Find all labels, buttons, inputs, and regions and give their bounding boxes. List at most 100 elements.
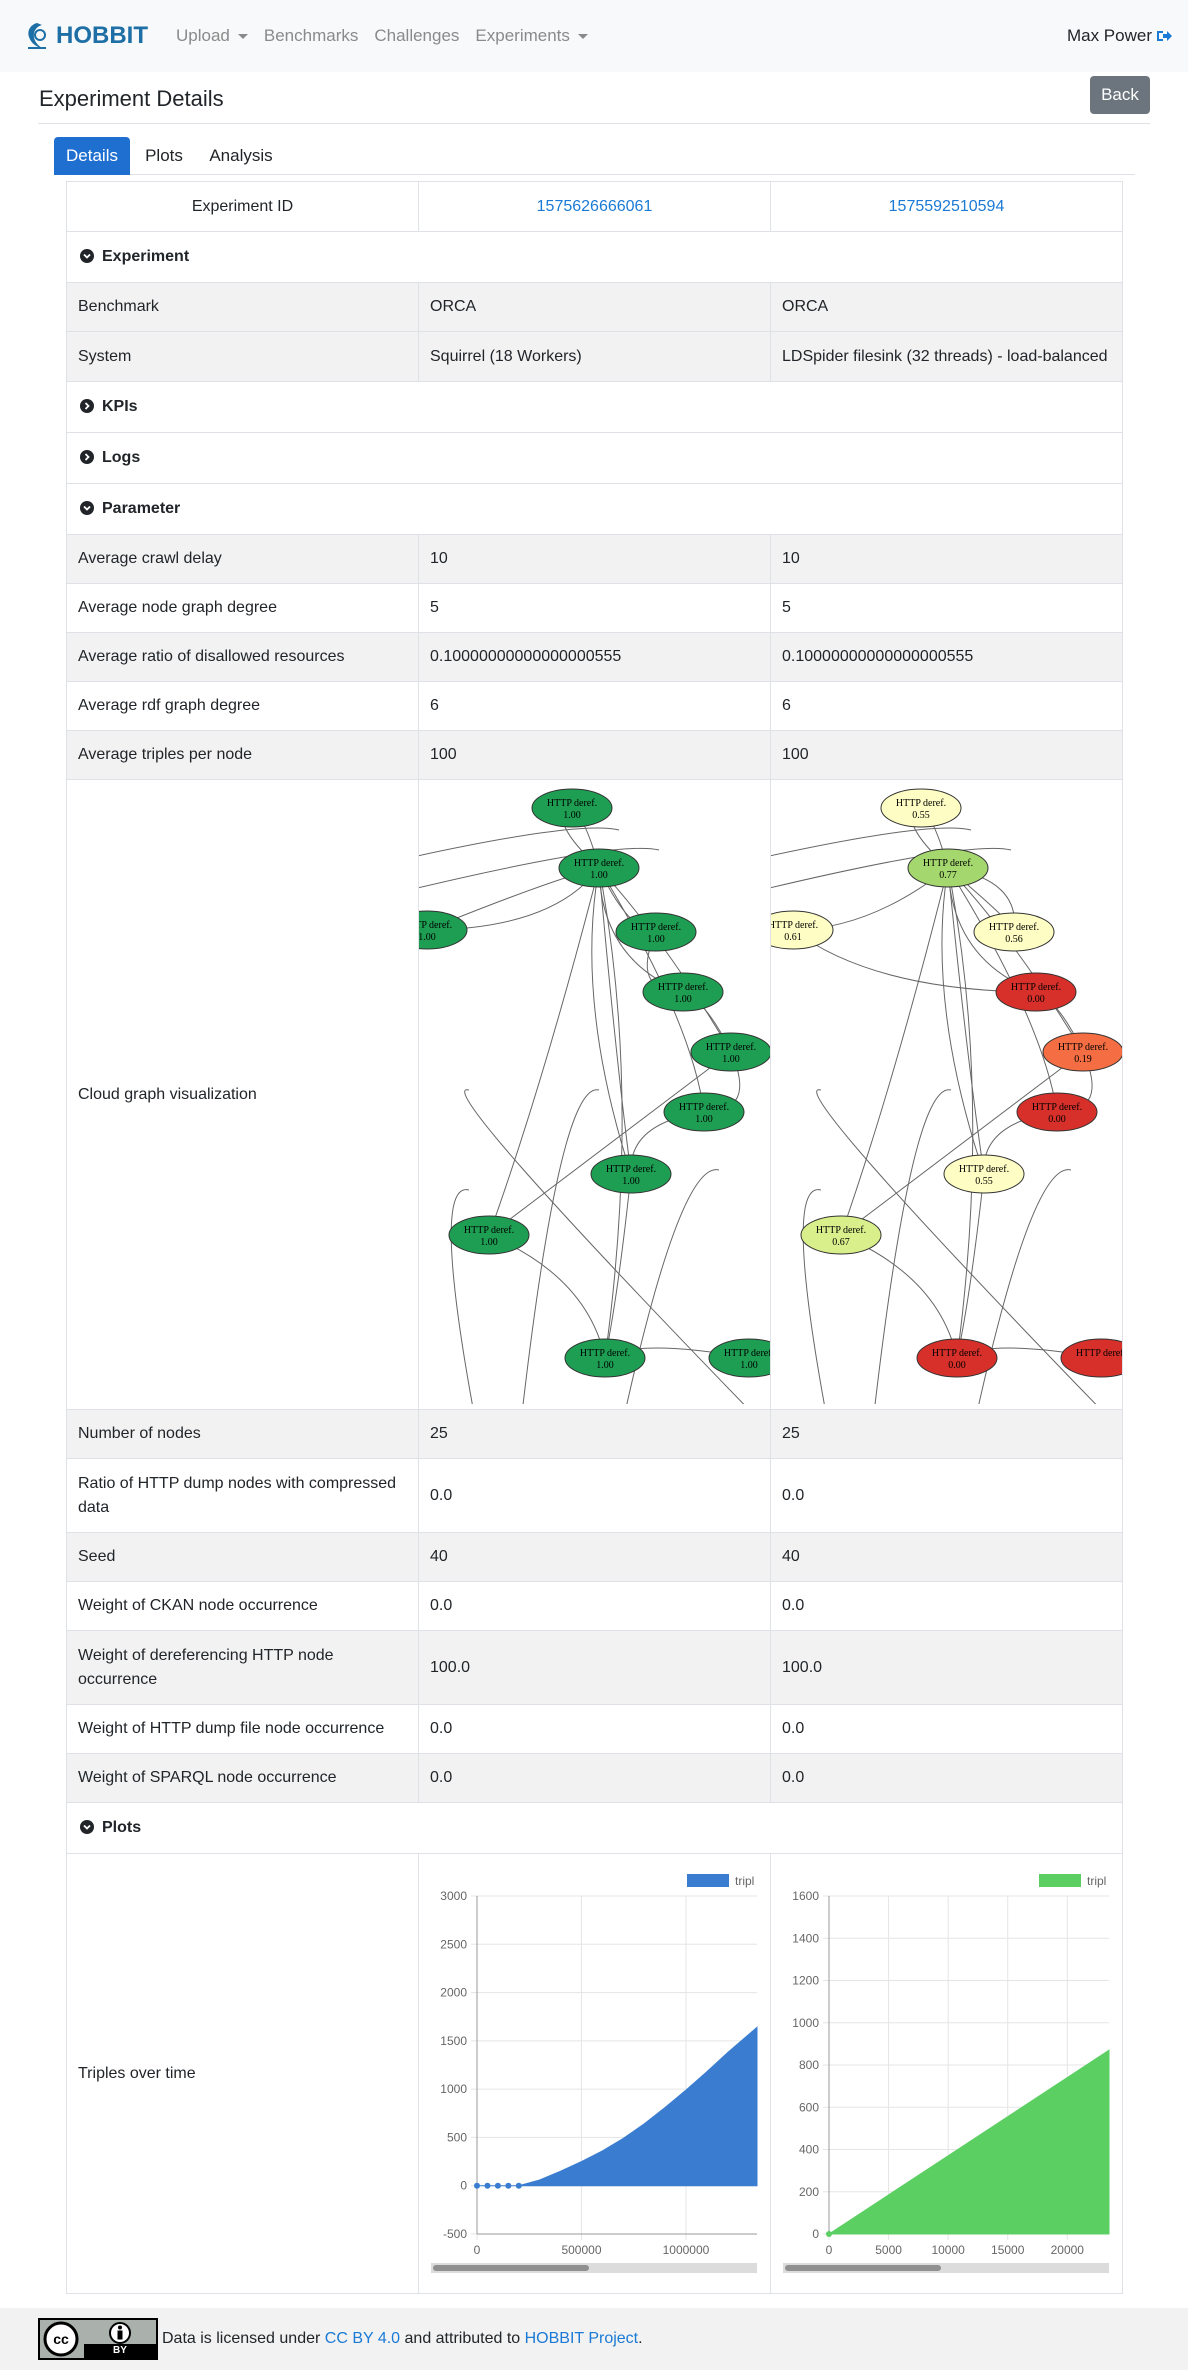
graph-node[interactable]: HTTP deref.0.19 bbox=[1042, 1032, 1122, 1072]
experiment-id-label: Experiment ID bbox=[66, 181, 419, 232]
row-value-b: 0.10000000000000000555 bbox=[770, 632, 1123, 682]
graph-node[interactable]: HTTP deref.0.67 bbox=[800, 1215, 882, 1255]
row-value-b: 0.0 bbox=[770, 1704, 1123, 1754]
nav-challenges[interactable]: Challenges bbox=[374, 26, 459, 46]
cc-by-link[interactable]: CC BY 4.0 bbox=[325, 2330, 400, 2348]
row-label: Weight of HTTP dump file node occurrence bbox=[66, 1704, 419, 1754]
tab-details[interactable]: Details bbox=[54, 137, 130, 175]
graph-edge bbox=[956, 1173, 985, 1359]
section-row[interactable]: Experiment bbox=[66, 231, 1123, 283]
x-tick-label: 1000000 bbox=[663, 2243, 710, 2257]
row-value-b: 0.0 bbox=[770, 1581, 1123, 1631]
cloud-graph-b[interactable]: HTTP deref.0.55 HTTP deref.0.77 HTTP deref… bbox=[771, 780, 1122, 1409]
graph-node[interactable]: HTTP deref. bbox=[1060, 1338, 1122, 1378]
graph-node[interactable]: HTTP deref.0.55 bbox=[880, 788, 962, 828]
experiment-id-link[interactable]: 1575592510594 bbox=[770, 181, 1123, 232]
section-kpis[interactable]: KPIs bbox=[66, 381, 1123, 433]
graph-node[interactable]: HTTP deref.1.00 bbox=[708, 1338, 770, 1378]
graph-node[interactable]: HTTP deref.1.00 bbox=[531, 788, 613, 828]
graph-node[interactable]: HTTP deref.1.00 bbox=[663, 1092, 745, 1132]
row-value-a: Squirrel (18 Workers) bbox=[418, 331, 771, 382]
nav-experiments[interactable]: Experiments bbox=[475, 26, 588, 46]
graph-node-value: 0.67 bbox=[832, 1237, 850, 1248]
row-value-a: 0.0 bbox=[418, 1753, 771, 1803]
table-row: Average node graph degree 5 5 bbox=[66, 583, 1123, 633]
y-tick-label: 1500 bbox=[440, 2034, 467, 2048]
y-tick-label: 2500 bbox=[440, 1937, 467, 1951]
nav-upload[interactable]: Upload bbox=[176, 26, 248, 46]
section-row[interactable]: Parameter bbox=[66, 483, 1123, 535]
section-row[interactable]: Plots bbox=[66, 1802, 1123, 1854]
row-value-a: 6 bbox=[418, 681, 771, 731]
back-button[interactable]: Back bbox=[1090, 76, 1150, 114]
graph-node[interactable]: HTTP deref.0.55 bbox=[943, 1154, 1025, 1194]
section-row[interactable]: KPIs bbox=[66, 381, 1123, 433]
graph-node-label: HTTP deref. bbox=[989, 922, 1039, 933]
section-parameter[interactable]: Parameter bbox=[66, 483, 1123, 535]
graph-node-label: HTTP deref. bbox=[1011, 982, 1061, 993]
row-label: Triples over time bbox=[66, 1853, 419, 2294]
graph-node[interactable]: HTTP deref.0.00 bbox=[1016, 1092, 1098, 1132]
cloud-graph-a[interactable]: HTTP deref.1.00HTTP deref.1.00HTTP deref… bbox=[419, 780, 770, 1409]
footer-text: . bbox=[638, 2330, 643, 2347]
graph-node[interactable]: HTTP deref.1.00 bbox=[558, 848, 640, 888]
cc-by-badge[interactable]: cc BY bbox=[38, 2318, 158, 2360]
nav-benchmarks[interactable]: Benchmarks bbox=[264, 26, 358, 46]
plot-a-cell: 3000 2500 2000 1500 1000 500 0 -500 0 500000 10000… bbox=[418, 1853, 771, 2294]
table-row: Average crawl delay 10 10 bbox=[66, 534, 1123, 584]
y-tick-label: 600 bbox=[799, 2100, 819, 2114]
hobbit-project-link[interactable]: HOBBIT Project bbox=[525, 2330, 639, 2348]
scrollbar-thumb[interactable] bbox=[785, 2265, 941, 2271]
graph-node[interactable]: HTTP deref.1.00 bbox=[615, 912, 697, 952]
data-point bbox=[515, 2182, 522, 2189]
graph-node-label: HTTP deref. bbox=[896, 798, 946, 809]
table-row: Average rdf graph degree 6 6 bbox=[66, 681, 1123, 731]
row-value-b: 6 bbox=[770, 681, 1123, 731]
graph-edge bbox=[840, 1234, 958, 1359]
table-row: Triples over time 3000 2500 2000 1500 1000 50… bbox=[66, 1853, 1131, 2294]
graph-node[interactable]: HTTP deref.0.00 bbox=[995, 972, 1077, 1012]
table-row: Experiment ID 1575626666061 157559251059… bbox=[66, 181, 1123, 232]
graph-node[interactable]: HTTP deref.0.00 bbox=[916, 1338, 998, 1378]
table-row: Seed 40 40 bbox=[66, 1532, 1123, 1582]
graph-node[interactable]: HTTP deref.1.00 bbox=[448, 1215, 530, 1255]
graph-node[interactable]: HTTP deref.1.00 bbox=[564, 1338, 646, 1378]
graph-node-value: 1.00 bbox=[596, 1360, 614, 1371]
footer-text: and attributed to bbox=[404, 2330, 521, 2347]
data-point bbox=[494, 2182, 501, 2189]
table-row: Average ratio of disallowed resources 0.… bbox=[66, 632, 1123, 682]
brand[interactable]: HOBBIT bbox=[24, 21, 148, 51]
graph-node-label: HTTP deref. bbox=[547, 798, 597, 809]
graph-node[interactable]: HTTP deref.0.61 bbox=[771, 910, 834, 950]
graph-node[interactable]: HTTP deref.1.00 bbox=[642, 972, 724, 1012]
tab-analysis[interactable]: Analysis bbox=[198, 137, 284, 175]
graph-node[interactable]: HTTP deref.0.77 bbox=[907, 848, 989, 888]
table-row: Cloud graph visualization HTTP deref. 1.0… bbox=[66, 779, 1123, 1410]
graph-node-label: HTTP deref. bbox=[1076, 1348, 1122, 1359]
chevron-down-circle-icon bbox=[80, 1820, 94, 1834]
graph-node-value: 1.00 bbox=[480, 1237, 498, 1248]
experiment-id-link[interactable]: 1575626666061 bbox=[418, 181, 771, 232]
scrollbar-thumb[interactable] bbox=[433, 2265, 589, 2271]
series-area bbox=[477, 2026, 758, 2187]
section-plots[interactable]: Plots bbox=[66, 1802, 1123, 1854]
cloud-graph-a-cell: HTTP deref. 1.00 HTTP deref. 1.00 HTTP deref… bbox=[418, 779, 771, 1410]
graph-node-value: 1.00 bbox=[622, 1176, 640, 1187]
graph-node-label: HTTP deref. bbox=[724, 1348, 770, 1359]
user-menu[interactable]: Max Power bbox=[1067, 26, 1172, 46]
y-tick-label: 2000 bbox=[440, 1986, 467, 2000]
section-logs[interactable]: Logs bbox=[66, 432, 1123, 484]
row-value-b: 0.0 bbox=[770, 1753, 1123, 1803]
graph-node[interactable]: HTTP deref.1.00 bbox=[690, 1032, 770, 1072]
tab-plots[interactable]: Plots bbox=[132, 137, 196, 175]
graph-node[interactable]: HTTP deref.0.56 bbox=[973, 912, 1055, 952]
graph-node-value: 1.00 bbox=[647, 934, 665, 945]
section-row[interactable]: Logs bbox=[66, 432, 1123, 484]
legend-swatch bbox=[1039, 1874, 1081, 1887]
chevron-right-circle-icon bbox=[80, 450, 94, 464]
data-point bbox=[505, 2182, 512, 2189]
graph-node[interactable]: HTTP deref.1.00 bbox=[590, 1154, 672, 1194]
row-value-a: 40 bbox=[418, 1532, 771, 1582]
row-value-b: 5 bbox=[770, 583, 1123, 633]
section-experiment[interactable]: Experiment bbox=[66, 231, 1123, 283]
